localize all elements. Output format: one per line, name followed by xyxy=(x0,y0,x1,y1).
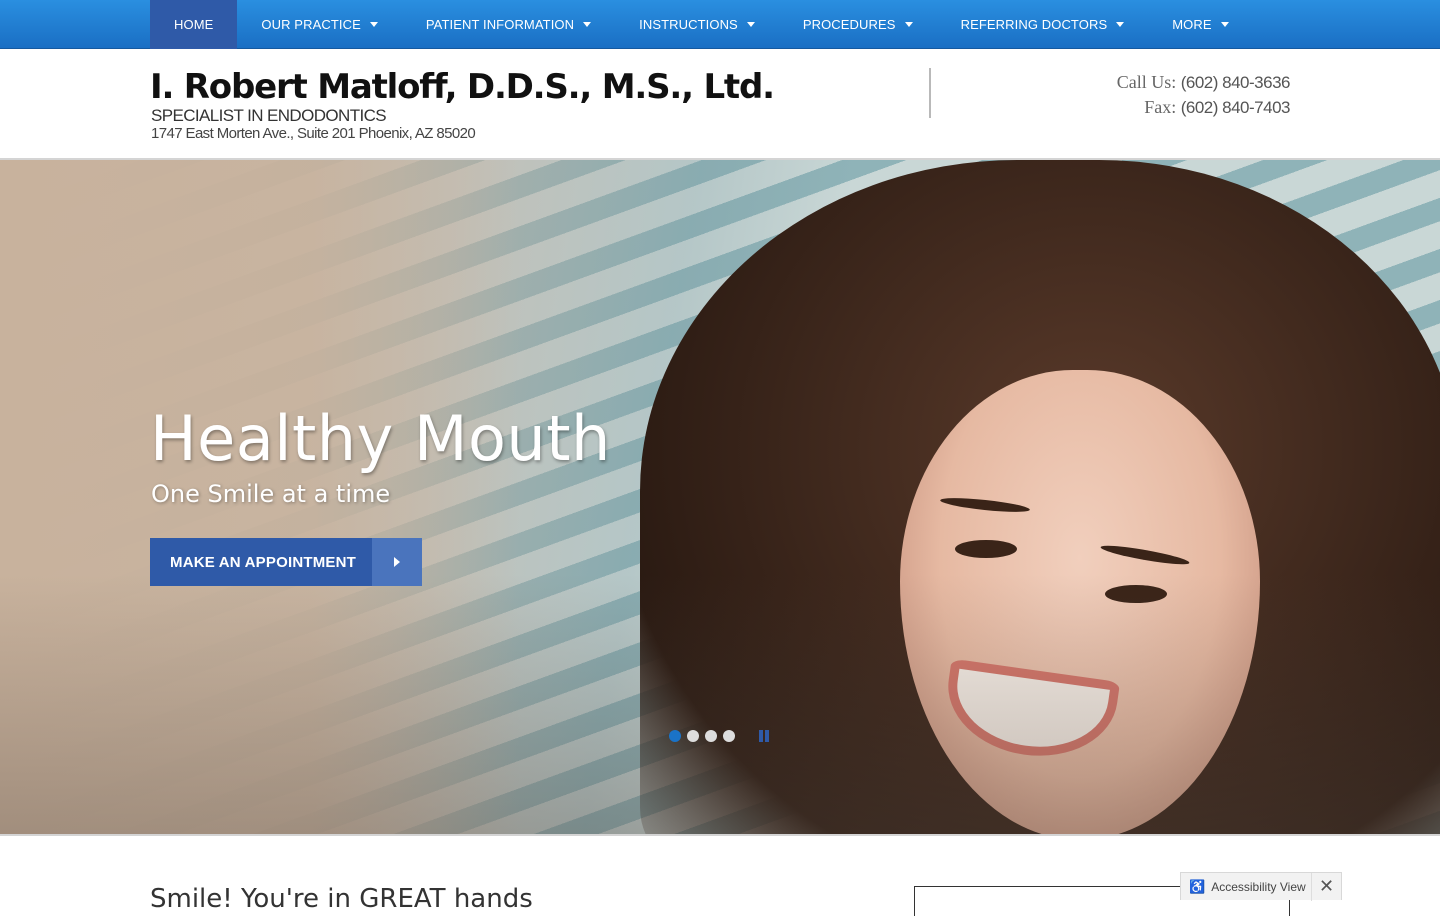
accessibility-icon: ♿ xyxy=(1189,878,1206,894)
nav-item-referring-doctors[interactable]: REFERRING DOCTORS xyxy=(937,0,1149,49)
fax-label: Fax: xyxy=(1144,97,1177,117)
hero-overlay xyxy=(0,574,1440,834)
caret-down-icon xyxy=(746,22,755,27)
slide-dot-2[interactable] xyxy=(687,730,699,742)
nav-menu: HOME OUR PRACTICE PATIENT INFORMATION IN… xyxy=(150,0,1253,49)
nav-item-patient-information[interactable]: PATIENT INFORMATION xyxy=(402,0,615,49)
slide-dot-4[interactable] xyxy=(723,730,735,742)
header-divider xyxy=(929,68,931,118)
accessibility-widget: ♿ Accessibility View ✕ xyxy=(1180,872,1342,901)
chevron-right-icon xyxy=(372,538,422,586)
phone-label: Call Us: xyxy=(1116,72,1177,92)
slide-dot-1[interactable] xyxy=(669,730,681,742)
fax-number: (602) 840-7403 xyxy=(1180,98,1291,117)
make-appointment-button[interactable]: MAKE AN APPOINTMENT xyxy=(150,538,422,586)
nav-item-label: INSTRUCTIONS xyxy=(639,17,738,32)
nav-item-instructions[interactable]: INSTRUCTIONS xyxy=(615,0,779,49)
pause-icon[interactable] xyxy=(759,730,771,742)
slide-dot-3[interactable] xyxy=(705,730,717,742)
hero-subtitle: One Smile at a time xyxy=(151,480,391,508)
nav-item-label: HOME xyxy=(174,17,214,32)
fax-line: Fax: (602) 840-7403 xyxy=(1117,95,1290,120)
caret-down-icon xyxy=(904,22,913,27)
caret-down-icon xyxy=(1220,22,1229,27)
nav-item-procedures[interactable]: PROCEDURES xyxy=(779,0,937,49)
practice-name[interactable]: I. Robert Matloff, D.D.S., M.S., Ltd. xyxy=(150,67,775,107)
cta-label: MAKE AN APPOINTMENT xyxy=(150,538,372,586)
phone-number[interactable]: (602) 840-3636 xyxy=(1181,73,1291,92)
caret-down-icon xyxy=(369,22,378,27)
nav-item-label: OUR PRACTICE xyxy=(261,17,361,32)
accessibility-view-button[interactable]: ♿ Accessibility View xyxy=(1181,873,1311,901)
slider-pagination xyxy=(669,730,771,742)
hero-title: Healthy Mouth xyxy=(150,402,611,475)
nav-item-our-practice[interactable]: OUR PRACTICE xyxy=(237,0,401,49)
nav-item-more[interactable]: MORE xyxy=(1148,0,1252,49)
phone-line: Call Us: (602) 840-3636 xyxy=(1116,70,1291,95)
nav-item-label: PROCEDURES xyxy=(802,17,896,32)
contact-info: Call Us: (602) 840-3636 Fax: (602) 840-7… xyxy=(1116,70,1291,120)
accessibility-label: Accessibility View xyxy=(1211,879,1306,894)
practice-specialty: SPECIALIST IN ENDODONTICS xyxy=(151,106,387,125)
main-nav: HOME OUR PRACTICE PATIENT INFORMATION IN… xyxy=(0,0,1440,49)
intro-heading: Smile! You're in GREAT hands xyxy=(150,884,533,914)
nav-item-label: REFERRING DOCTORS xyxy=(960,17,1108,32)
hero-photo-detail xyxy=(955,540,1017,558)
caret-down-icon xyxy=(1116,22,1125,27)
nav-item-label: MORE xyxy=(1172,17,1212,32)
practice-address: 1747 East Morten Ave., Suite 201 Phoenix… xyxy=(151,125,476,142)
caret-down-icon xyxy=(583,22,592,27)
close-icon[interactable]: ✕ xyxy=(1311,872,1341,901)
nav-item-label: PATIENT INFORMATION xyxy=(425,17,575,32)
nav-item-home[interactable]: HOME xyxy=(150,0,238,49)
site-header: I. Robert Matloff, D.D.S., M.S., Ltd. SP… xyxy=(0,50,1440,158)
